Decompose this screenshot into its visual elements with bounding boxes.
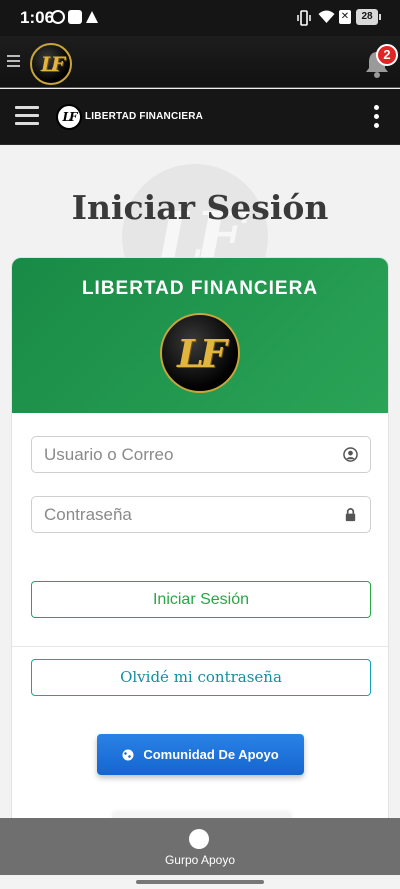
login-card: LIBERTAD FINANCIERA LF Iniciar Sesión Ol… (11, 257, 389, 818)
login-button[interactable]: Iniciar Sesión (31, 581, 371, 618)
status-time: 1:06 (20, 8, 55, 27)
lock-icon (345, 508, 356, 522)
app-logo[interactable]: LF (30, 43, 72, 85)
site-navbar: LF LIBERTAD FINANCIERA (0, 89, 400, 145)
whatsapp-icon (51, 10, 65, 24)
bottom-tab-bar[interactable]: Gurpo Apoyo (0, 818, 400, 875)
password-field[interactable] (31, 496, 371, 533)
username-field[interactable] (31, 436, 371, 473)
status-bar: 1:06 ✕ 28 (0, 0, 400, 36)
hamburger-menu-icon[interactable] (15, 106, 39, 126)
card-header: LIBERTAD FINANCIERA LF (12, 258, 388, 413)
notification-badge[interactable]: 2 (376, 44, 398, 66)
app-logo-text: LF (40, 52, 65, 76)
navbar-logo[interactable]: LF (56, 104, 82, 130)
vibrate-icon (297, 10, 311, 26)
navbar-logo-text: LF (62, 110, 78, 124)
user-circle-icon (343, 447, 358, 462)
gesture-area (0, 875, 400, 889)
community-support-label: Comunidad De Apoyo (143, 747, 279, 762)
username-input[interactable] (32, 437, 332, 472)
no-sim-icon: ✕ (339, 10, 351, 24)
app-bar: LF (0, 36, 400, 88)
card-brand: LIBERTAD FINANCIERA (81, 278, 319, 299)
globe-icon (122, 749, 134, 760)
page-title: Iniciar Sesión (71, 188, 329, 227)
password-input[interactable] (32, 497, 332, 532)
navbar-brand[interactable]: LIBERTAD FINANCIERA (85, 111, 203, 122)
card-divider (12, 646, 388, 647)
more-options-icon[interactable] (372, 105, 380, 129)
forgot-password-button[interactable]: Olvidé mi contraseña (31, 659, 371, 696)
battery-icon: 28 (356, 9, 381, 25)
community-support-button[interactable]: Comunidad De Apoyo (97, 734, 304, 775)
home-gesture-bar[interactable] (136, 880, 264, 884)
flask-icon (86, 11, 98, 23)
support-group-icon[interactable] (189, 829, 209, 849)
wifi-icon (318, 10, 335, 23)
card-logo-text: LF (177, 330, 227, 376)
card-logo: LF (160, 313, 240, 393)
support-group-label[interactable]: Gurpo Apoyo (0, 853, 400, 867)
drawer-menu-icon[interactable] (7, 55, 20, 69)
app-notification-icon (68, 10, 82, 24)
login-page: LF Iniciar Sesión LIBERTAD FINANCIERA LF (0, 146, 400, 818)
